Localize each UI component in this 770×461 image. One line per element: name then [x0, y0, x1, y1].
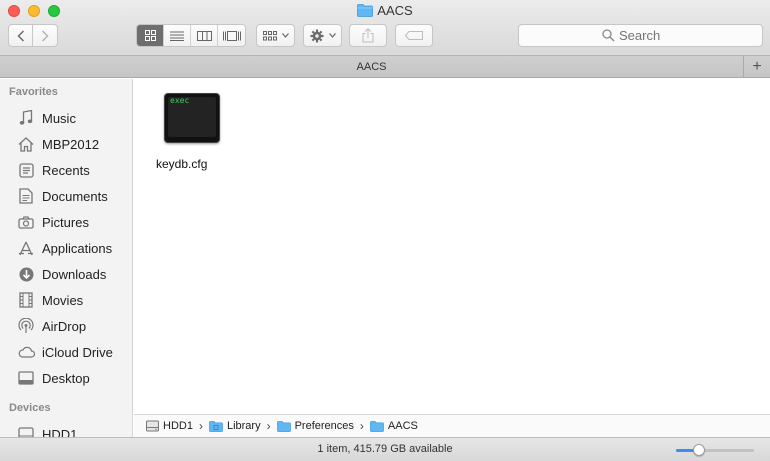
sidebar-item-label: iCloud Drive — [42, 344, 113, 360]
tab-label: AACS — [356, 60, 387, 73]
gallery-icon — [222, 30, 241, 41]
sidebar: Favorites Music MBP2012 Recents Document… — [0, 79, 133, 437]
sidebar-item-label: Movies — [42, 292, 84, 308]
home-icon — [17, 135, 35, 153]
path-crumb-label: AACS — [387, 420, 418, 432]
recents-icon — [17, 161, 35, 179]
search-field[interactable] — [518, 24, 763, 47]
sidebar-item-label: Recents — [42, 162, 90, 178]
columns-icon — [196, 30, 212, 41]
tags-button[interactable] — [395, 24, 433, 47]
airdrop-icon — [17, 317, 35, 335]
file-name: keydb.cfg — [156, 157, 208, 171]
documents-icon — [17, 187, 35, 205]
path-crumb-preferences[interactable]: Preferences — [276, 420, 354, 432]
slider-knob[interactable] — [692, 444, 705, 456]
path-separator-icon: › — [266, 419, 271, 433]
path-crumb-label: Preferences — [294, 420, 354, 432]
sidebar-heading-devices: Devices — [9, 402, 51, 414]
chevron-down-icon — [328, 33, 336, 38]
sidebar-item-documents[interactable]: Documents — [0, 183, 132, 209]
sidebar-item-pictures[interactable]: Pictures — [0, 209, 132, 235]
path-crumb-hdd1[interactable]: HDD1 — [146, 420, 193, 432]
cloud-icon — [17, 343, 35, 361]
download-icon — [17, 265, 35, 283]
sidebar-item-downloads[interactable]: Downloads — [0, 261, 132, 287]
status-text: 1 item, 415.79 GB available — [317, 443, 453, 455]
path-bar: HDD1 › Library › Preferences › AACS — [134, 414, 770, 437]
share-button[interactable] — [349, 24, 387, 47]
camera-icon — [17, 213, 35, 231]
icon-size-slider[interactable] — [676, 444, 754, 456]
sidebar-item-label: Applications — [42, 240, 113, 256]
arrange-grid-icon — [262, 30, 277, 40]
gallery-view-button[interactable] — [218, 25, 245, 46]
search-input[interactable] — [619, 28, 679, 43]
sidebar-item-label: AirDrop — [42, 318, 87, 334]
path-crumb-library[interactable]: Library — [209, 420, 261, 432]
sidebar-item-label: MBP2012 — [42, 136, 100, 152]
sidebar-item-movies[interactable]: Movies — [0, 287, 132, 313]
chevron-right-icon — [41, 29, 49, 42]
forward-button[interactable] — [32, 24, 58, 47]
tab-aacs[interactable]: AACS — [0, 56, 744, 77]
sidebar-item-mbp2012[interactable]: MBP2012 — [0, 131, 132, 157]
sidebar-item-icloud-drive[interactable]: iCloud Drive — [0, 339, 132, 365]
sidebar-item-label: Music — [42, 110, 76, 126]
file-item[interactable]: exec keydb.cfg — [156, 93, 236, 171]
path-crumb-label: HDD1 — [163, 420, 193, 432]
tab-bar: AACS + — [0, 56, 770, 78]
sidebar-item-label: Desktop — [42, 370, 90, 386]
status-bar: 1 item, 415.79 GB available — [0, 437, 770, 461]
list-view-button[interactable] — [164, 25, 191, 46]
back-button[interactable] — [8, 24, 33, 47]
folder-icon — [209, 420, 223, 432]
view-mode-control — [136, 24, 246, 47]
path-crumb-label: Library — [226, 420, 261, 432]
applications-icon — [17, 239, 35, 257]
new-tab-button[interactable]: + — [744, 56, 770, 77]
sidebar-item-desktop[interactable]: Desktop — [0, 365, 132, 391]
sidebar-heading-favorites: Favorites — [9, 86, 58, 98]
sidebar-item-applications[interactable]: Applications — [0, 235, 132, 261]
film-icon — [17, 291, 35, 309]
share-icon — [362, 28, 374, 43]
file-browser: exec keydb.cfg — [134, 79, 770, 414]
disk-icon — [146, 420, 159, 432]
sidebar-item-music[interactable]: Music — [0, 105, 132, 131]
path-separator-icon: › — [359, 419, 364, 433]
icon-view-button[interactable] — [137, 25, 164, 46]
path-crumb-aacs[interactable]: AACS — [370, 420, 418, 432]
action-menu-button[interactable] — [303, 24, 342, 47]
grid-icon — [144, 30, 156, 41]
window-title: AACS — [0, 3, 770, 20]
plus-icon: + — [752, 57, 762, 75]
window-title-text: AACS — [377, 3, 413, 18]
folder-icon — [276, 420, 291, 432]
folder-icon — [370, 420, 384, 432]
sidebar-item-hdd1[interactable]: HDD1 — [0, 421, 132, 437]
sidebar-item-airdrop[interactable]: AirDrop — [0, 313, 132, 339]
path-separator-icon: › — [198, 419, 203, 433]
desktop-icon — [17, 369, 35, 387]
disk-icon — [17, 425, 35, 437]
exec-badge: exec — [170, 96, 190, 105]
arrange-button[interactable] — [256, 24, 295, 47]
sidebar-item-label: Downloads — [42, 266, 107, 282]
sidebar-item-label: Documents — [42, 188, 108, 204]
toolbar: AACS — [0, 0, 770, 56]
chevron-down-icon — [281, 33, 289, 38]
exec-file-icon: exec — [164, 93, 220, 143]
gear-icon — [310, 29, 323, 42]
column-view-button[interactable] — [191, 25, 218, 46]
music-icon — [17, 109, 35, 127]
folder-icon — [357, 4, 374, 20]
chevron-left-icon — [16, 29, 24, 42]
tag-icon — [405, 31, 423, 40]
sidebar-item-recents[interactable]: Recents — [0, 157, 132, 183]
sidebar-item-label: HDD1 — [42, 426, 78, 438]
search-icon — [602, 29, 615, 42]
sidebar-item-label: Pictures — [42, 214, 89, 230]
list-icon — [170, 31, 184, 41]
